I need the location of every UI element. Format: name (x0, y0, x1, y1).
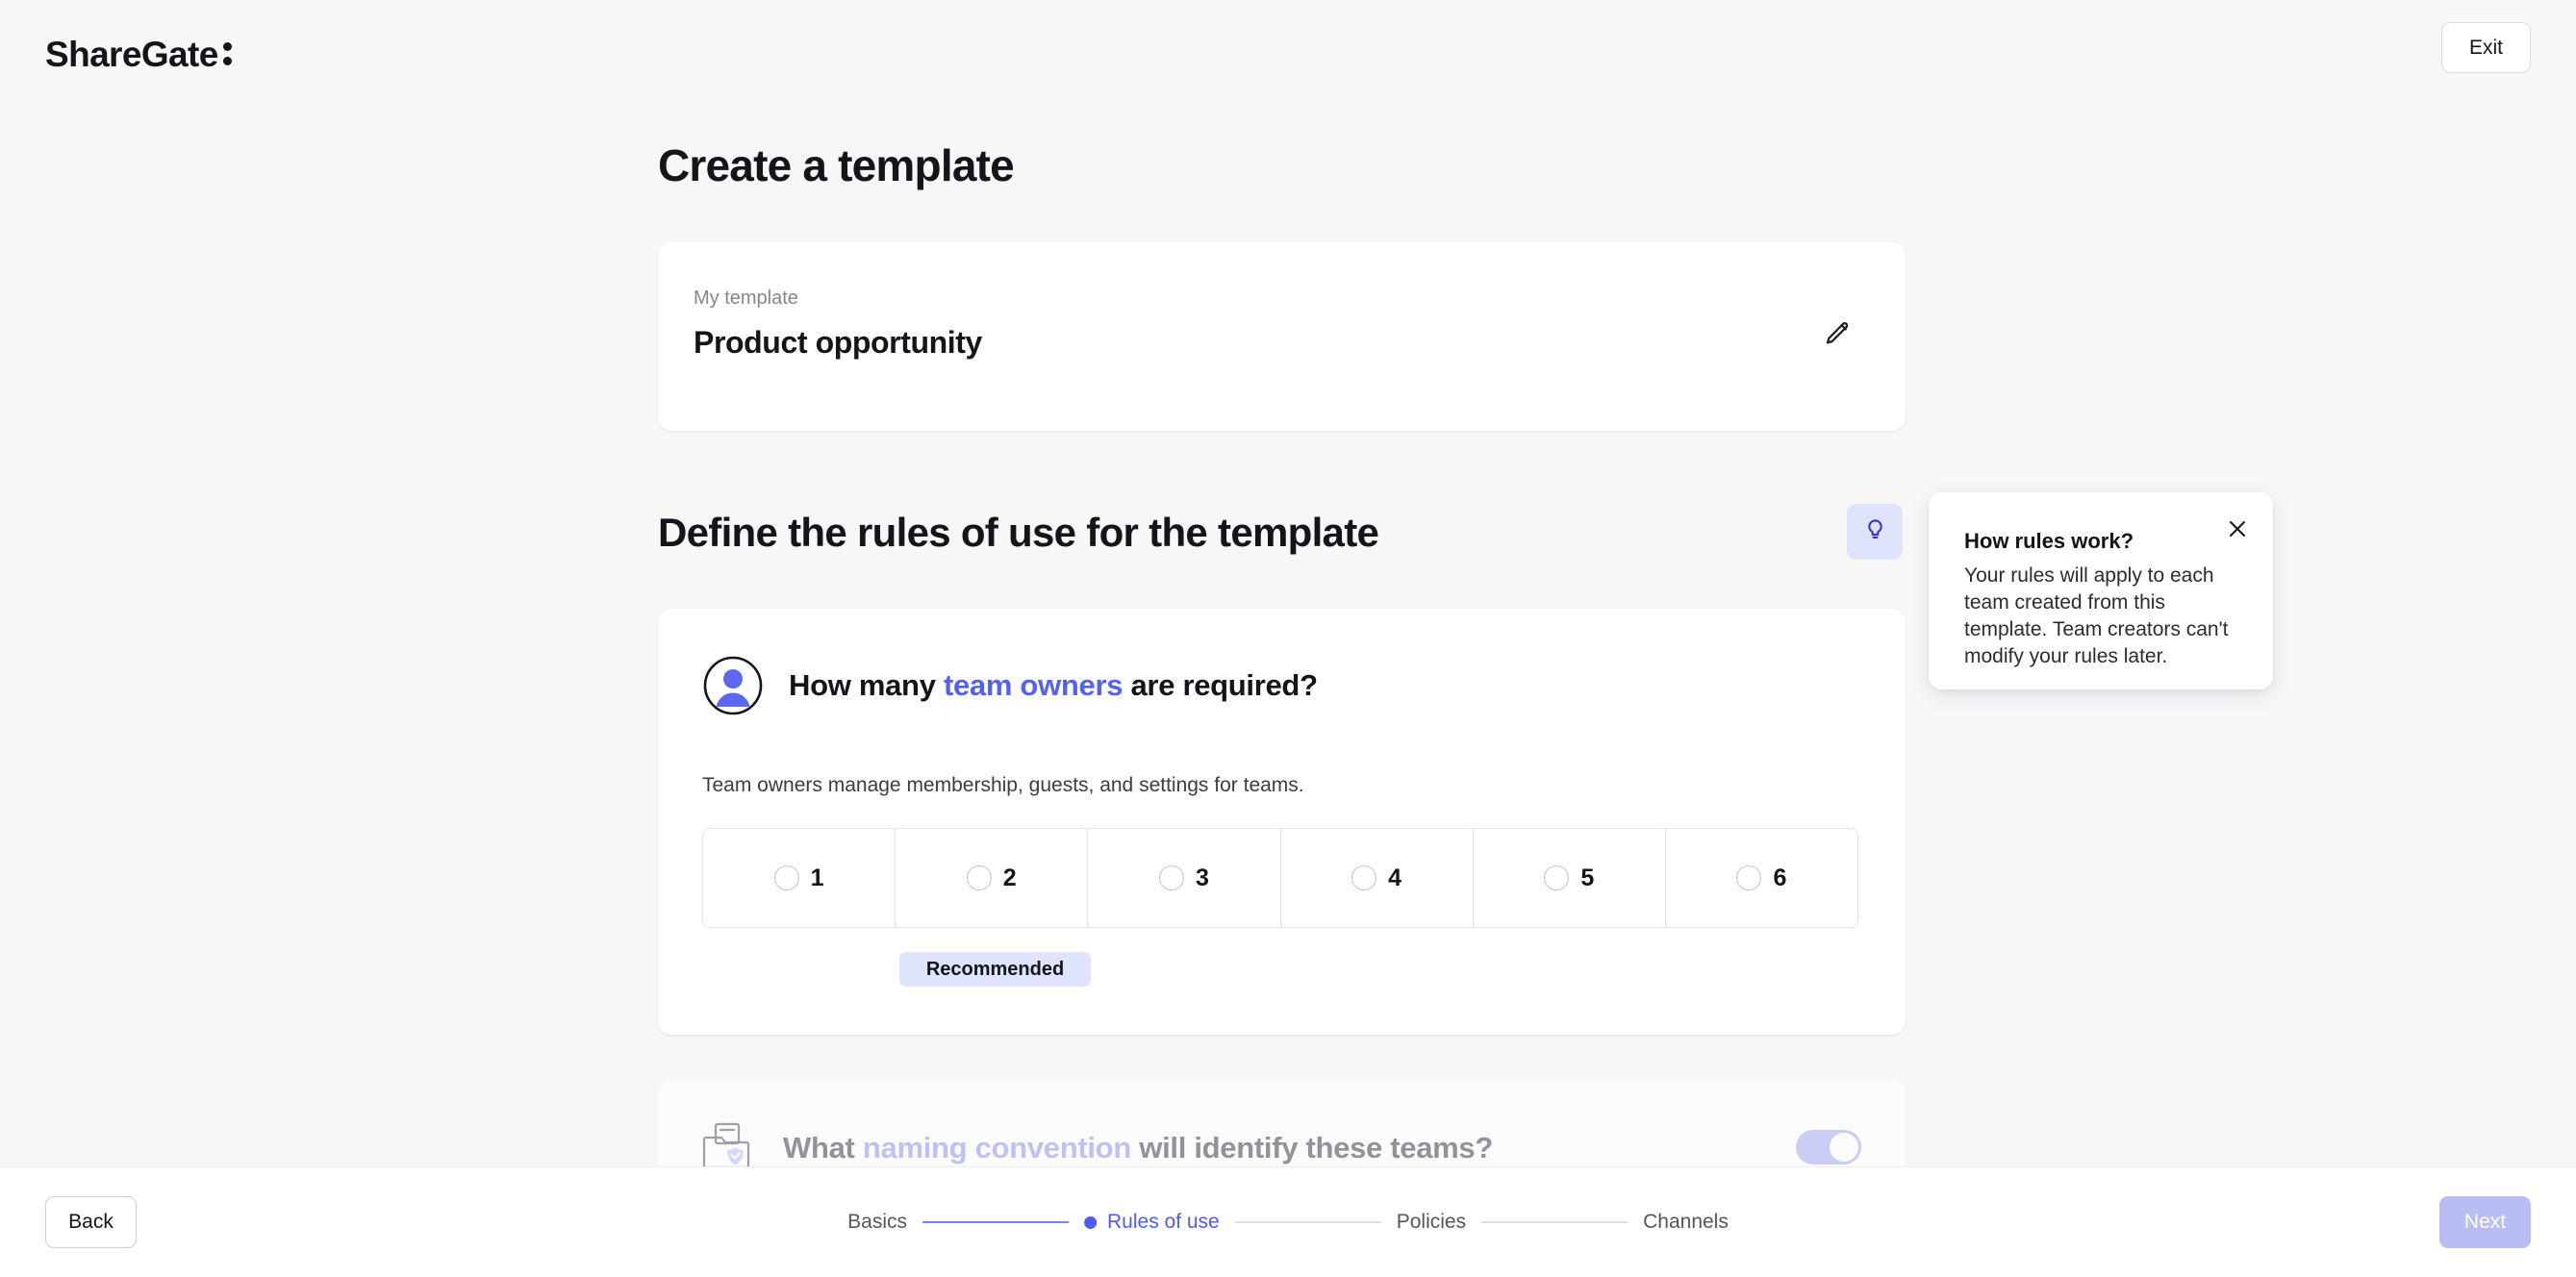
recommended-badge: Recommended (899, 952, 1091, 987)
option-3[interactable]: 3 (1088, 829, 1281, 927)
how-rules-work-button[interactable] (1847, 504, 1903, 560)
pencil-icon (1822, 320, 1851, 352)
option-label: 5 (1580, 864, 1595, 891)
page-title: Create a template (658, 140, 1015, 190)
radio-icon[interactable] (966, 865, 992, 890)
option-2[interactable]: 2 (896, 829, 1089, 927)
section-title: Define the rules of use for the template (658, 510, 1379, 555)
rule-description: Team owners manage membership, guests, a… (702, 774, 1304, 796)
wizard-stepper: Basics Rules of use Policies Channels (847, 1211, 1729, 1234)
option-1[interactable]: 1 (703, 829, 897, 927)
step-label: Rules of use (1107, 1211, 1220, 1233)
naming-convention-toggle[interactable] (1796, 1130, 1861, 1164)
lightbulb-icon (1862, 517, 1888, 546)
rule-card-team-owners: How many team owners are required? Team … (658, 609, 1906, 1035)
radio-icon[interactable] (1736, 865, 1762, 890)
owners-count-options: 1 2 3 4 5 6 (702, 828, 1858, 928)
step-label: Policies (1396, 1211, 1467, 1233)
logo-wordmark: ShareGate (45, 35, 218, 74)
rule-question-prefix: How many (789, 668, 944, 702)
step-connector (1234, 1221, 1381, 1223)
colon-dots-mark-icon (221, 38, 237, 66)
wizard-footer: Back Basics Rules of use Policies Channe… (0, 1166, 2576, 1277)
current-step-dot-icon (1084, 1215, 1098, 1229)
next-button[interactable]: Next (2439, 1196, 2531, 1248)
rule-question-suffix: are required? (1123, 668, 1318, 702)
toggle-knob (1830, 1133, 1858, 1162)
step-label: Channels (1643, 1211, 1729, 1233)
step-basics[interactable]: Basics (847, 1211, 907, 1234)
how-rules-work-tooltip: How rules work? Your rules will apply to… (1929, 492, 2273, 689)
option-4[interactable]: 4 (1280, 829, 1474, 927)
person-avatar-icon (702, 655, 764, 716)
sharegate-logo[interactable]: ShareGate (45, 35, 237, 75)
step-connector (1481, 1221, 1629, 1223)
step-rules-of-use[interactable]: Rules of use (1084, 1211, 1220, 1234)
step-channels[interactable]: Channels (1643, 1211, 1729, 1234)
template-label: My template (694, 288, 798, 309)
back-button[interactable]: Back (45, 1196, 137, 1248)
step-connector-done (922, 1221, 1070, 1223)
tooltip-body: Your rules will apply to each team creat… (1964, 564, 2229, 667)
tooltip-close-button[interactable] (2221, 513, 2254, 546)
radio-icon[interactable] (1544, 865, 1570, 890)
main-column: Create a template My template Product op… (658, 0, 1908, 1271)
radio-icon[interactable] (1158, 865, 1184, 890)
tooltip-title: How rules work? (1964, 529, 2134, 553)
naming-rule-question: What naming convention will identify the… (783, 1131, 1493, 1165)
rule-question: How many team owners are required? (789, 668, 1318, 703)
naming-question-prefix: What (783, 1131, 863, 1164)
radio-icon[interactable] (773, 865, 799, 890)
option-label: 2 (1002, 864, 1017, 891)
option-5[interactable]: 5 (1473, 829, 1666, 927)
app-root: ShareGate Exit Create a template My temp… (0, 0, 2576, 1277)
naming-question-suffix: will identify these teams? (1130, 1131, 1494, 1164)
rule-header: How many team owners are required? (702, 655, 1318, 716)
rule-question-highlight: team owners (943, 668, 1124, 702)
template-name-value: Product opportunity (694, 325, 982, 360)
section-header: Define the rules of use for the template (658, 502, 1908, 563)
option-label: 1 (810, 864, 824, 891)
radio-icon[interactable] (1351, 865, 1377, 890)
exit-button[interactable]: Exit (2441, 22, 2531, 73)
naming-question-highlight: naming convention (862, 1131, 1131, 1164)
step-policies[interactable]: Policies (1397, 1211, 1466, 1234)
option-6[interactable]: 6 (1665, 829, 1857, 927)
option-label: 3 (1195, 864, 1209, 891)
option-label: 4 (1388, 864, 1402, 891)
step-label: Basics (847, 1211, 908, 1233)
close-icon (2226, 517, 2249, 543)
edit-template-button[interactable] (1815, 314, 1857, 357)
template-summary-card: My template Product opportunity (658, 242, 1906, 431)
option-label: 6 (1773, 864, 1787, 891)
